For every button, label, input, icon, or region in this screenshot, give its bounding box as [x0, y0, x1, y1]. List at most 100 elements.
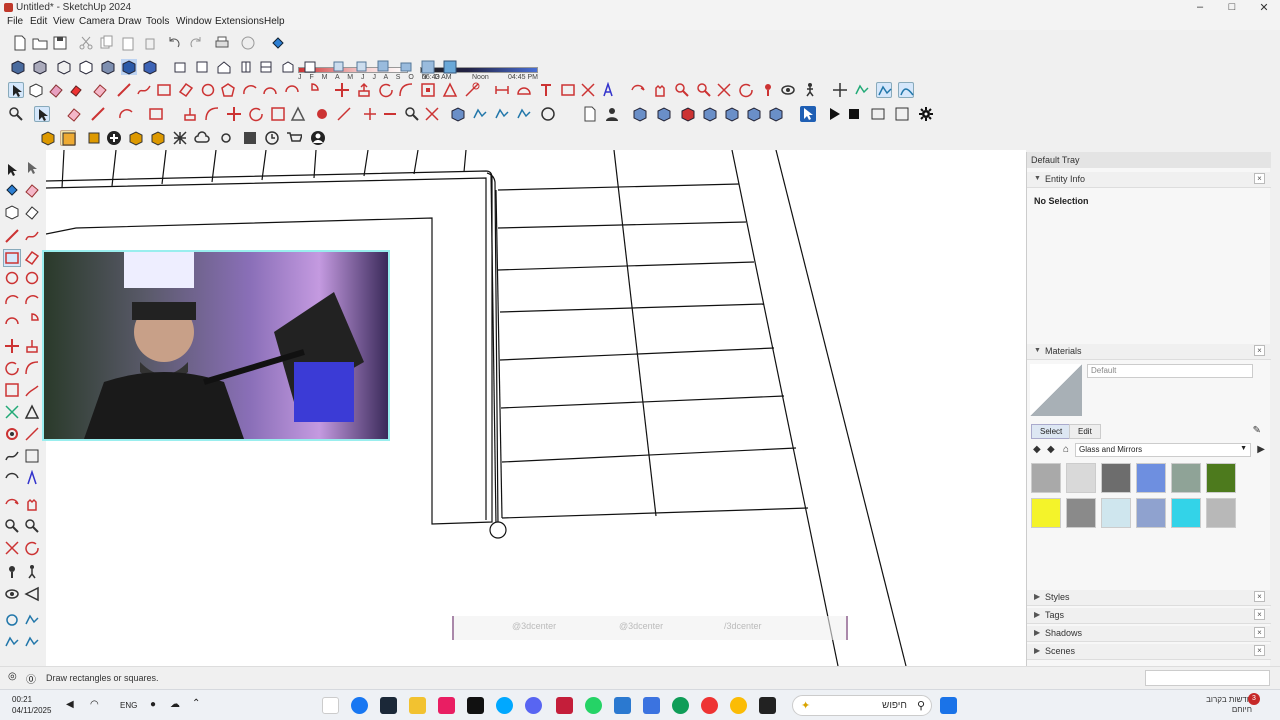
zoom-window-left-icon[interactable] — [24, 518, 40, 534]
model-info-icon[interactable] — [240, 35, 256, 51]
material-swatch[interactable] — [1101, 463, 1131, 493]
grid-icon[interactable] — [172, 130, 188, 146]
box-icon[interactable] — [128, 130, 144, 146]
expand-icon[interactable]: ▶ — [1034, 592, 1040, 601]
follow-me-small-icon[interactable] — [204, 106, 220, 122]
material-swatch[interactable] — [1206, 463, 1236, 493]
arc-left-icon[interactable] — [4, 292, 20, 308]
mic-icon[interactable]: ● — [150, 699, 156, 710]
gear-icon[interactable] — [918, 106, 934, 122]
polygon-tool-icon[interactable] — [220, 82, 236, 98]
zoom-extents-left-icon[interactable] — [4, 540, 20, 556]
details-icon[interactable]: ▶ — [1257, 444, 1265, 455]
language-indicator[interactable]: ENG — [120, 701, 137, 710]
position-camera-left-icon[interactable] — [4, 564, 20, 580]
hidden-line-icon[interactable] — [78, 59, 94, 75]
menu-view[interactable]: View — [53, 16, 75, 27]
cut-icon[interactable] — [78, 35, 94, 51]
dynamic-component-icon[interactable] — [60, 130, 76, 146]
news-widget[interactable]: חדשות בקרוב חיוחם — [1190, 695, 1252, 715]
circle-left-icon[interactable] — [4, 270, 20, 286]
discord-icon[interactable] — [525, 697, 542, 714]
section-active-icon[interactable] — [442, 59, 458, 75]
look-around-icon[interactable] — [780, 82, 796, 98]
profile-icon[interactable] — [310, 130, 326, 146]
orbit2-left-icon[interactable] — [4, 496, 20, 512]
move-small-icon[interactable] — [226, 106, 242, 122]
section-fill-icon[interactable] — [376, 59, 392, 75]
section-plane-icon[interactable] — [332, 59, 348, 75]
menu-edit[interactable]: Edit — [30, 16, 47, 27]
whatsapp-icon[interactable] — [585, 697, 602, 714]
rotate-left-icon[interactable] — [4, 360, 20, 376]
zoom-left-icon[interactable] — [4, 518, 20, 534]
back-view-icon[interactable] — [258, 59, 274, 75]
sandbox-smoove-icon[interactable] — [898, 82, 914, 98]
shaded-icon[interactable] — [100, 59, 116, 75]
push-pull-left-icon[interactable] — [24, 338, 40, 354]
add-circle-icon[interactable] — [106, 130, 122, 146]
tape-left-icon[interactable] — [4, 404, 20, 420]
start-button-icon[interactable] — [940, 697, 957, 714]
text-tool-icon[interactable] — [538, 82, 554, 98]
menu-extensions[interactable]: Extensions — [215, 16, 264, 27]
material-swatch[interactable] — [1136, 498, 1166, 528]
menu-draw[interactable]: Draw — [118, 16, 141, 27]
close-panel-icon[interactable]: × — [1254, 591, 1265, 602]
zoom-small-icon[interactable] — [404, 106, 420, 122]
collapse-icon[interactable]: ▼ — [1034, 347, 1041, 354]
menu-window[interactable]: Window — [176, 16, 212, 27]
cloud-icon[interactable] — [194, 130, 210, 146]
menu-camera[interactable]: Camera — [79, 16, 115, 27]
make-component-icon[interactable] — [28, 82, 44, 98]
close-icon[interactable]: ✕ — [1254, 1, 1274, 14]
calculator-icon[interactable] — [614, 697, 631, 714]
monochrome-icon[interactable] — [142, 59, 158, 75]
expand-icon[interactable]: ▶ — [1034, 646, 1040, 655]
scale-left-icon[interactable] — [4, 382, 20, 398]
sandbox2-left-icon[interactable] — [24, 612, 40, 628]
material-swatch[interactable] — [1171, 498, 1201, 528]
pie-left-icon[interactable] — [24, 312, 40, 328]
wireframe-icon[interactable] — [56, 59, 72, 75]
settings-small-icon[interactable] — [218, 130, 234, 146]
edge-icon[interactable] — [672, 697, 689, 714]
sandbox-from-contours-icon[interactable] — [854, 82, 870, 98]
forward-icon[interactable]: ◆ — [1047, 444, 1055, 455]
select-tool-icon[interactable] — [8, 82, 24, 98]
sandbox4-left-icon[interactable] — [24, 634, 40, 650]
paste-icon[interactable] — [120, 35, 136, 51]
ruby-console-icon[interactable] — [800, 106, 816, 122]
push-pull-icon[interactable] — [356, 82, 372, 98]
left-view-icon[interactable] — [280, 59, 296, 75]
subtract-icon[interactable] — [382, 106, 398, 122]
front-view-icon[interactable] — [216, 59, 232, 75]
walk-icon[interactable] — [802, 82, 818, 98]
close-panel-icon[interactable]: × — [1254, 627, 1265, 638]
sandbox-left-icon[interactable] — [4, 612, 20, 628]
back-icon[interactable]: ◆ — [1033, 444, 1041, 455]
rectangle-left-icon[interactable] — [3, 249, 21, 267]
3d-text-left-icon[interactable] — [24, 470, 40, 486]
material-swatch[interactable] — [1031, 498, 1061, 528]
circle-tool-icon[interactable] — [200, 82, 216, 98]
clock[interactable]: 00:21 04/11/2025 — [12, 694, 51, 716]
lasso-icon[interactable] — [24, 160, 40, 176]
entity-info-header[interactable]: ▼ Entity Info × — [1027, 172, 1271, 188]
follow-me-left-icon[interactable] — [24, 360, 40, 376]
material-swatch[interactable] — [1031, 463, 1061, 493]
close-panel-icon[interactable]: × — [1254, 173, 1265, 184]
arc-dropdown-icon[interactable] — [118, 106, 134, 122]
offset-left-icon[interactable] — [24, 382, 40, 398]
follow-path-icon[interactable] — [832, 82, 848, 98]
section-left-icon[interactable] — [24, 586, 40, 602]
sample-paint-icon[interactable] — [1257, 364, 1267, 376]
protractor-icon[interactable] — [516, 82, 532, 98]
menu-file[interactable]: File — [7, 16, 23, 27]
app-circle-icon[interactable] — [496, 697, 513, 714]
sketchup-taskbar-icon[interactable] — [322, 697, 339, 714]
walk-left-icon[interactable] — [24, 564, 40, 580]
library-dropdown[interactable]: Glass and Mirrors ▼ — [1075, 443, 1251, 457]
paint-bucket-left-icon[interactable] — [4, 182, 20, 198]
terminal-icon[interactable] — [759, 697, 776, 714]
